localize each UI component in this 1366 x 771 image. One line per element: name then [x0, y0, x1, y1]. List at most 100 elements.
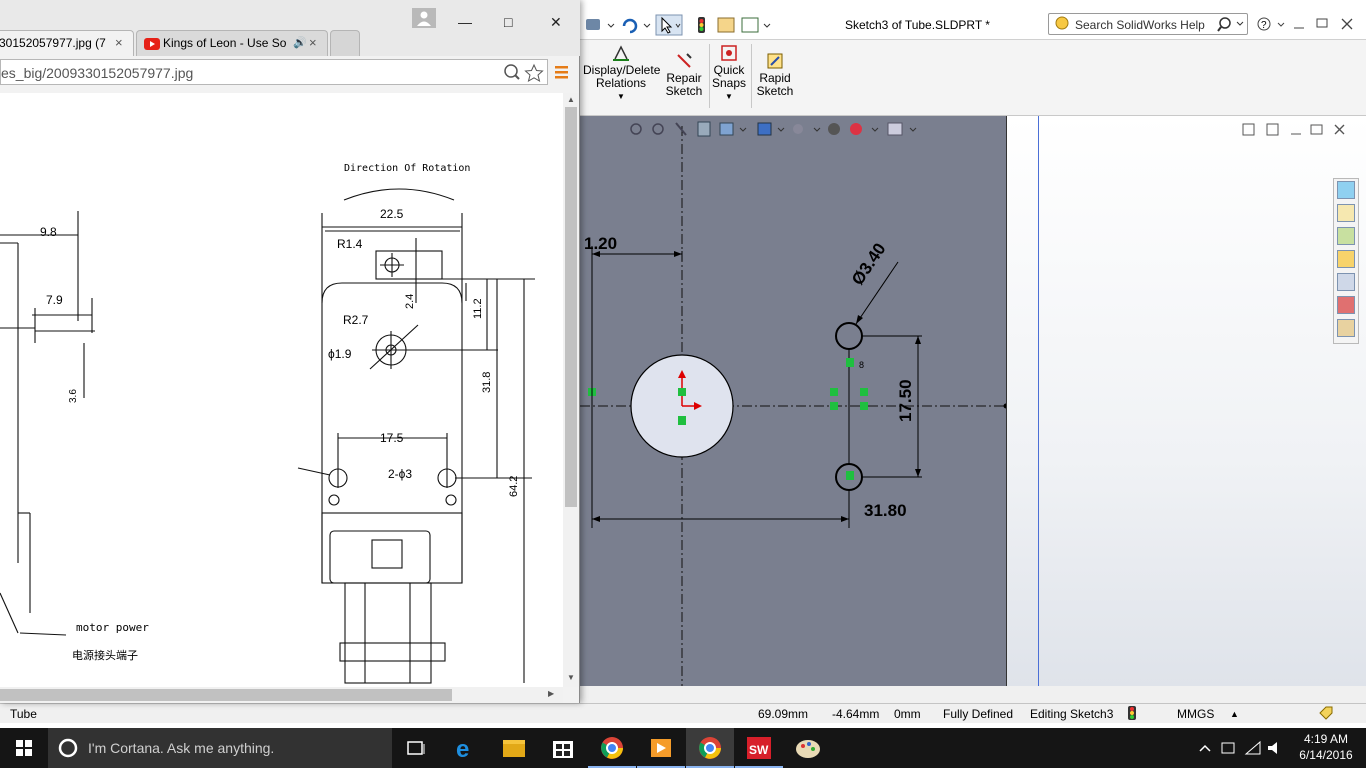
home-icon[interactable] — [1337, 204, 1355, 222]
appearance-icon[interactable] — [828, 123, 840, 135]
task-view-button[interactable] — [392, 728, 440, 768]
tab-kings-of-leon[interactable]: Kings of Leon - Use So 🔊 × — [136, 30, 328, 56]
dimension-17-50[interactable]: 17.50 — [896, 379, 916, 422]
power-icon[interactable] — [1221, 742, 1235, 754]
display-delete-relations-button[interactable]: Display/Delete Relations ▼ — [583, 44, 660, 103]
file-properties-icon[interactable] — [717, 17, 735, 33]
chrome-window: 30152057977.jpg (7 × Kings of Leon - Use… — [0, 0, 580, 703]
design-library-icon[interactable] — [1337, 227, 1355, 245]
system-clock[interactable]: 4:19 AM 6/14/2016 — [1296, 731, 1356, 763]
previous-view-icon[interactable] — [675, 122, 687, 136]
split-vertical-icon[interactable] — [1266, 123, 1279, 136]
cortana-search-box[interactable]: I'm Cortana. Ask me anything. — [48, 728, 392, 768]
new-tab-button[interactable] — [330, 30, 360, 56]
maximize-icon[interactable]: □ — [504, 14, 512, 30]
zoom-area-icon[interactable] — [652, 123, 664, 135]
quick-access-toolbar[interactable] — [584, 14, 814, 36]
resources-icon[interactable] — [1337, 181, 1355, 199]
media-player-icon — [651, 739, 671, 757]
rebuild-indicator-icon[interactable] — [1128, 706, 1136, 723]
tab-image[interactable]: 30152057977.jpg (7 × — [0, 30, 134, 56]
scroll-right-icon[interactable]: ▶ — [548, 689, 554, 698]
hide-show-icon[interactable] — [793, 124, 803, 134]
avatar[interactable] — [412, 8, 436, 28]
chrome-menu-icon[interactable] — [552, 61, 572, 83]
appearances-icon[interactable] — [1337, 296, 1355, 314]
chevron-up-icon[interactable] — [1199, 744, 1211, 752]
heads-up-view-toolbar[interactable] — [628, 120, 928, 140]
sketch-canvas[interactable]: 8 — [580, 116, 1006, 686]
bookmark-star-icon[interactable] — [524, 63, 544, 83]
file-explorer-icon[interactable] — [1337, 250, 1355, 268]
taskbar-media-player[interactable] — [637, 728, 685, 768]
relation-marker[interactable] — [678, 416, 686, 425]
close-icon[interactable]: × — [309, 35, 317, 50]
view-palette-icon[interactable] — [1337, 273, 1355, 291]
rapid-sketch-button[interactable]: Rapid Sketch — [756, 52, 794, 98]
graphics-area[interactable]: 8 1.20 Ø3.40 17.50 31.80 — [580, 116, 1366, 686]
store-icon — [553, 741, 573, 758]
scroll-up-icon[interactable]: ▲ — [567, 95, 575, 104]
close-icon[interactable] — [1334, 124, 1345, 135]
undo-icon[interactable] — [622, 18, 638, 34]
viewport-controls[interactable] — [1241, 122, 1361, 138]
repair-sketch-button[interactable]: Repair Sketch — [664, 52, 704, 98]
relation-marker[interactable] — [678, 388, 686, 396]
scrollbar-thumb[interactable] — [565, 107, 577, 507]
chevron-down-icon[interactable] — [763, 23, 771, 28]
close-icon[interactable]: ✕ — [550, 14, 562, 31]
sketch-plane[interactable]: 8 1.20 Ø3.40 17.50 31.80 — [580, 116, 1006, 686]
volume-icon[interactable] — [1268, 742, 1277, 754]
drawing-dim: R2.7 — [343, 313, 369, 327]
taskbar-store[interactable] — [539, 728, 587, 768]
section-view-icon[interactable] — [697, 121, 711, 137]
view-orientation-icon[interactable] — [719, 122, 734, 136]
display-style-icon[interactable] — [757, 122, 772, 136]
url-text[interactable]: es_big/2009330152057977.jpg — [1, 65, 193, 81]
taskbar-chrome-1[interactable] — [588, 728, 636, 768]
horizontal-scrollbar[interactable]: ▶ — [0, 687, 563, 703]
options-icon[interactable] — [741, 17, 759, 33]
help-bulb-icon — [1055, 16, 1069, 30]
zoom-fit-icon[interactable] — [630, 123, 642, 135]
minimize-icon[interactable]: — — [458, 14, 472, 30]
search-icon[interactable] — [1217, 16, 1245, 32]
scene-icon[interactable] — [850, 123, 862, 135]
split-horizontal-icon[interactable] — [1242, 123, 1255, 136]
chevron-down-icon[interactable] — [643, 23, 651, 28]
status-units[interactable]: MMGS — [1177, 707, 1214, 721]
scroll-down-icon[interactable]: ▼ — [567, 673, 575, 682]
close-icon[interactable]: × — [115, 35, 123, 50]
system-tray[interactable] — [1196, 738, 1288, 758]
scrollbar-thumb[interactable] — [0, 689, 452, 701]
dimension-1-20[interactable]: 1.20 — [584, 234, 617, 254]
taskbar-paint[interactable] — [784, 728, 832, 768]
taskbar-edge[interactable]: e — [441, 728, 489, 768]
search-help-input[interactable]: Search SolidWorks Help — [1048, 13, 1248, 35]
cmd-label: Sketch — [756, 84, 794, 98]
tag-icon[interactable] — [1318, 705, 1334, 724]
window-controls[interactable]: ? — [1256, 14, 1362, 34]
custom-properties-icon[interactable] — [1337, 319, 1355, 337]
taskbar-file-explorer[interactable] — [490, 728, 538, 768]
status-y-coord: -4.64mm — [832, 707, 880, 721]
view-settings-icon[interactable] — [887, 122, 903, 136]
start-button[interactable] — [0, 728, 48, 768]
wifi-icon[interactable] — [1244, 740, 1261, 755]
restore-icon[interactable] — [1310, 124, 1323, 135]
chevron-up-icon[interactable]: ▲ — [1230, 709, 1239, 719]
dimension-31-80[interactable]: 31.80 — [864, 501, 907, 521]
close-icon[interactable] — [1341, 18, 1353, 30]
print-icon[interactable] — [586, 19, 600, 30]
speaker-icon[interactable]: 🔊 — [293, 36, 307, 49]
graphics-background[interactable] — [1006, 116, 1366, 686]
restore-icon[interactable] — [1316, 18, 1328, 28]
chevron-down-icon[interactable] — [607, 23, 615, 28]
taskbar-chrome-2[interactable] — [686, 728, 734, 768]
small-circle-top[interactable] — [835, 322, 863, 350]
taskbar-solidworks[interactable]: SW — [735, 728, 783, 768]
quick-snaps-button[interactable]: Quick Snaps ▼ — [712, 44, 746, 103]
vertical-scrollbar[interactable]: ▲ ▼ — [563, 93, 579, 687]
tab-label: Kings of Leon - Use So — [163, 36, 287, 50]
address-bar[interactable]: es_big/2009330152057977.jpg — [0, 59, 548, 85]
